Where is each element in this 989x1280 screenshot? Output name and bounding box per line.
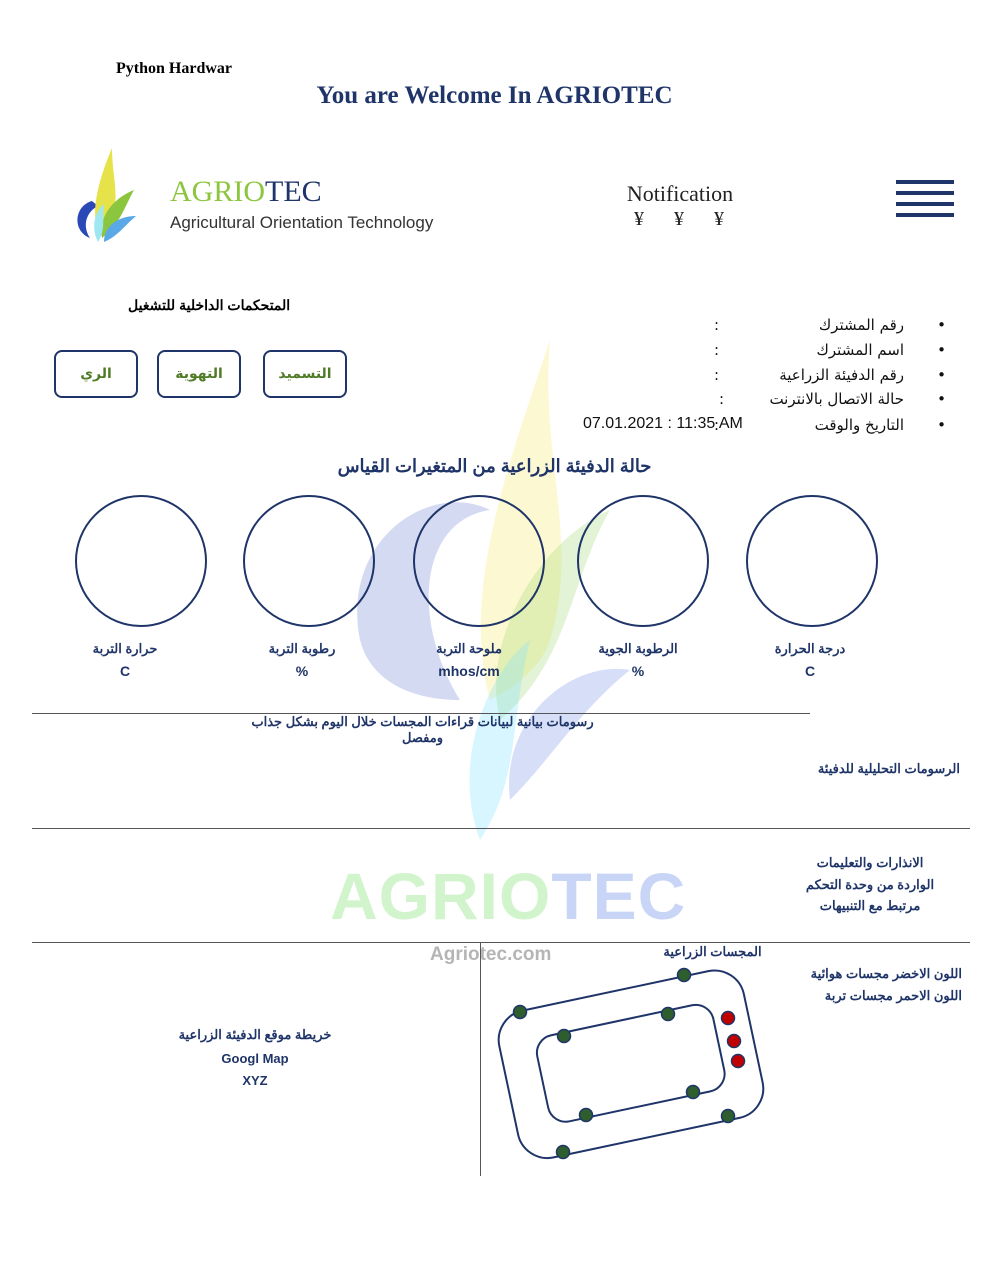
welcome-title: You are Welcome In AGRIOTEC (316, 82, 673, 109)
gauge-air-humidity (577, 495, 709, 627)
notification-yen-icon: ¥ (714, 208, 724, 230)
info-row-greenhouse-number: • رقم الدفيئة الزراعية : (684, 366, 946, 386)
info-label: التاريخ والوقت (814, 416, 904, 434)
brand-subtitle: Agricultural Orientation Technology (170, 213, 434, 232)
gauge-soil-salinity (413, 495, 545, 627)
greenhouse-sensor-diagram (497, 967, 765, 1160)
hamburger-menu-icon[interactable] (896, 180, 954, 218)
divider (32, 942, 970, 943)
gauge-label: درجة الحرارة (774, 641, 846, 656)
gauge-unit: C (119, 663, 131, 679)
charts-section-label: الرسومات التحليلية للدفيئة (817, 761, 960, 776)
air-sensor-dot[interactable] (555, 1144, 571, 1160)
bullet: • (937, 416, 946, 434)
alerts-line: مرتبط مع التنبيهات (819, 898, 921, 913)
info-row-subscriber-number: • رقم المشترك : (684, 316, 946, 336)
bullet: • (937, 341, 946, 359)
alerts-line: الواردة من وحدة التحكم (805, 877, 935, 892)
notification-title[interactable]: Notification (620, 181, 740, 207)
gauge-unit: C (804, 663, 816, 679)
air-sensor-dot[interactable] (512, 1004, 528, 1020)
air-sensor-dot[interactable] (556, 1028, 572, 1044)
bullet: • (937, 366, 946, 384)
gauge-label: حرارة التربة (92, 641, 158, 656)
soil-sensor-dot[interactable] (726, 1033, 742, 1049)
watermark-brand: AGRIOTEC (330, 859, 687, 933)
fertilization-button[interactable]: التسميد (263, 350, 347, 398)
gauge-unit: mhos/cm (438, 663, 500, 679)
notification-yen-icon: ¥ (674, 208, 684, 230)
soil-sensor-dot[interactable] (730, 1053, 746, 1069)
irrigation-button[interactable]: الري (54, 350, 138, 398)
ventilation-button[interactable]: التهوية (157, 350, 241, 398)
charts-caption: رسومات بيانية لبيانات قراءات المجسات خلا… (251, 714, 594, 745)
air-sensor-dot[interactable] (676, 967, 692, 983)
map-coordinates: XYZ (242, 1073, 268, 1088)
gauge-soil-moisture (243, 495, 375, 627)
info-colon: : (718, 390, 724, 408)
air-sensor-dot[interactable] (578, 1107, 594, 1123)
gauge-temperature (746, 495, 878, 627)
alerts-line: الانذارات والتعليمات (816, 855, 924, 870)
controls-title: المتحكمات الداخلية للتشغيل (128, 297, 291, 313)
air-sensor-dot[interactable] (720, 1108, 736, 1124)
info-label: رقم الدفيئة الزراعية (779, 366, 904, 384)
section-divider (480, 942, 481, 1176)
info-colon: : (713, 366, 719, 384)
map-title: خريطة موقع الدفيئة الزراعية (178, 1027, 332, 1042)
brand-name: AGRIOTEC (170, 175, 322, 208)
info-row-subscriber-name: • اسم المشترك : (684, 341, 946, 361)
info-label: اسم المشترك (816, 341, 904, 359)
info-colon: : (713, 316, 719, 334)
info-row-internet-status: • حالة الاتصال بالانترنت : (684, 390, 946, 410)
bullet: • (937, 316, 946, 334)
sensors-title: المجسات الزراعية (663, 944, 762, 959)
air-sensor-dot[interactable] (685, 1084, 701, 1100)
status-title: حالة الدفيئة الزراعية من المتغيرات القيا… (337, 456, 652, 476)
notification-yen-icon: ¥ (634, 208, 644, 230)
gauge-label: ملوحة التربة (436, 641, 502, 656)
datetime-value: 07.01.2021 : 11:35 AM (583, 415, 743, 432)
map-provider[interactable]: Googl Map (150, 1051, 360, 1066)
bullet: • (937, 390, 946, 408)
divider (32, 828, 970, 829)
leaf-flame-logo-icon (77, 148, 136, 242)
gauge-label: رطوبة التربة (268, 641, 336, 656)
top-label: Python Hardwar (116, 60, 232, 77)
gauge-soil-temperature (75, 495, 207, 627)
gauge-label: الرطوبة الجوية (598, 641, 678, 656)
sensors-legend-air: اللون الاخضر مجسات هوائية (810, 966, 962, 981)
info-label: حالة الاتصال بالانترنت (769, 390, 904, 408)
info-label: رقم المشترك (818, 316, 904, 334)
sensors-legend-soil: اللون الاحمر مجسات تربة (824, 988, 962, 1003)
gauge-unit: % (295, 663, 309, 679)
air-sensor-dot[interactable] (660, 1006, 676, 1022)
gauge-unit: % (631, 663, 645, 679)
soil-sensor-dot[interactable] (720, 1010, 736, 1026)
info-colon: : (713, 341, 719, 359)
